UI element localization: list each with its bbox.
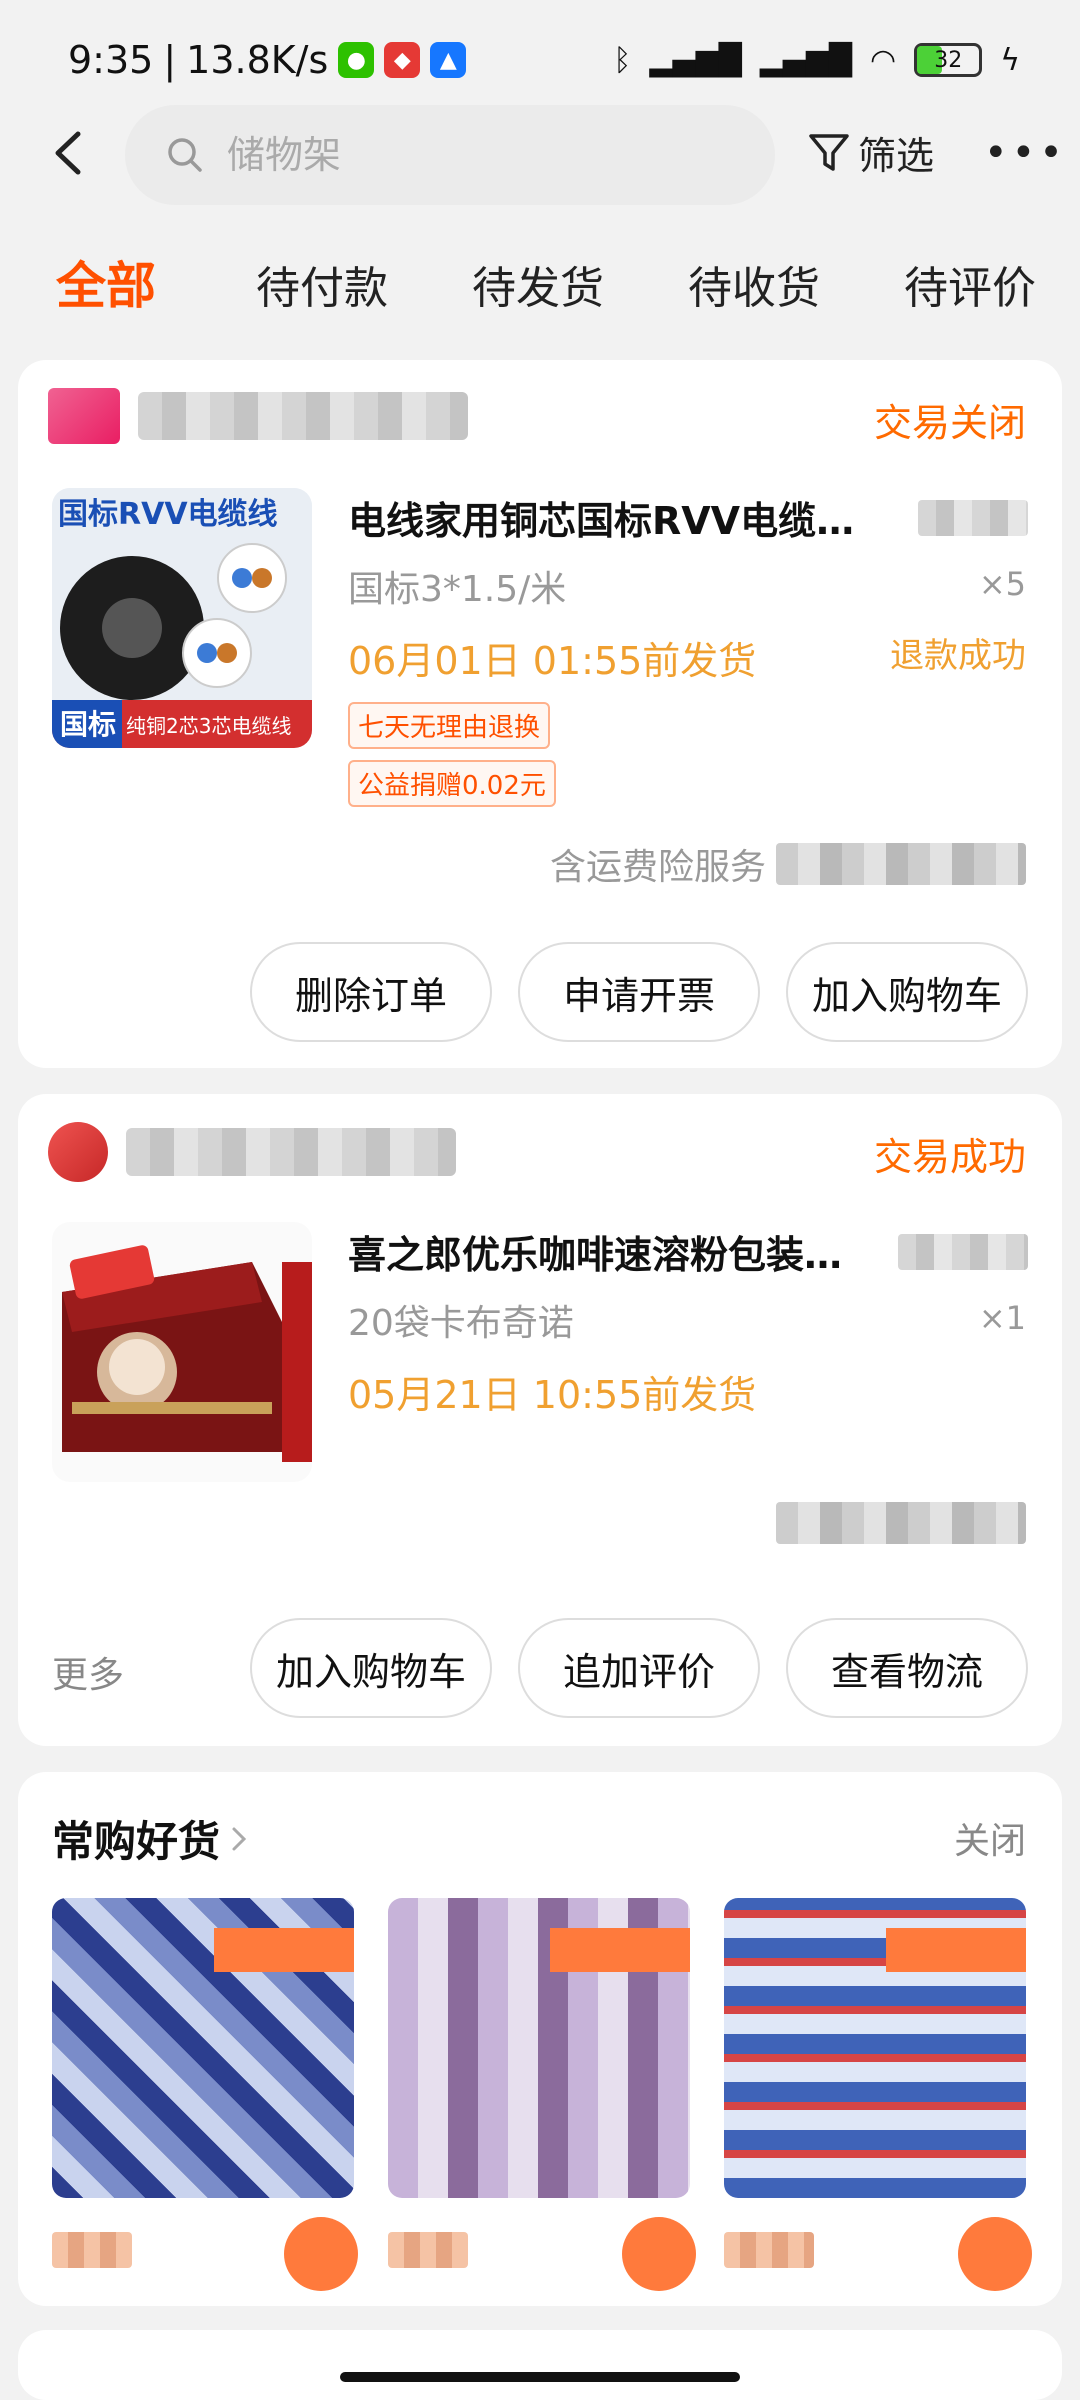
wifi-icon: ◠: [870, 42, 897, 78]
request-invoice-button[interactable]: 申请开票: [518, 942, 760, 1042]
thumb-top-text: 国标RVV电缆线: [58, 497, 278, 532]
coffee-product-image: [52, 1222, 312, 1482]
clock: 9:35: [68, 38, 154, 82]
recommend-badge: [886, 1928, 1026, 1972]
shipping-insurance: 含运费险服务: [550, 838, 1026, 890]
cart-icon[interactable]: [958, 2217, 1032, 2291]
shop-header[interactable]: [48, 388, 468, 444]
insurance-label: 含运费险服务: [549, 847, 766, 888]
total-redacted: [776, 843, 1026, 885]
bluetooth-icon: ᛒ: [613, 42, 632, 78]
signal-icon: ▂▄▆█: [649, 42, 742, 78]
recommend-close[interactable]: 关闭: [954, 1812, 1026, 1864]
cart-icon[interactable]: [622, 2217, 696, 2291]
status-right: ᛒ ▂▄▆█ ▂▄▆█ ◠ 32 ϟ: [613, 43, 1020, 78]
more-dots-icon[interactable]: •••: [984, 130, 1067, 176]
view-logistics-button[interactable]: 查看物流: [786, 1618, 1028, 1718]
order-status: 交易关闭: [873, 401, 1026, 445]
recommend-header[interactable]: 常购好货: [52, 1808, 252, 1869]
recommend-title: 常购好货: [52, 1817, 221, 1866]
order-total: [776, 1502, 1026, 1544]
recommend-card: 常购好货 关闭: [18, 1772, 1062, 2306]
product-sku: 国标3*1.5/米: [348, 569, 567, 610]
price-redacted: [918, 500, 1028, 536]
network-speed: 13.8K/s: [186, 38, 329, 82]
shop-header[interactable]: [48, 1122, 456, 1182]
product-title[interactable]: 电线家用铜芯国标RVV电缆…: [348, 490, 908, 545]
recommend-price-redacted: [388, 2232, 468, 2268]
ship-deadline: 05月21日 10:55前发货: [348, 1373, 757, 1417]
back-arrow-icon[interactable]: [48, 128, 88, 178]
filter-icon: [809, 133, 849, 171]
search-icon: [168, 138, 202, 172]
thumb-bottom-text: 纯铜2芯3芯电缆线: [126, 714, 291, 738]
add-review-button[interactable]: 追加评价: [518, 1618, 760, 1718]
chevron-right-icon: [232, 1827, 247, 1850]
search-bar[interactable]: [125, 105, 775, 205]
charging-icon: ϟ: [1000, 42, 1020, 78]
order-status: 交易成功: [873, 1135, 1026, 1179]
more-actions-link[interactable]: 更多: [52, 1646, 124, 1698]
order-card: 交易关闭 国标RVV电缆线 国标 纯铜2芯3芯电缆线 电线家用铜芯国标RVV电缆…: [18, 360, 1062, 1068]
charity-tag: 公益捐赠0.02元: [348, 760, 556, 807]
recommend-item[interactable]: [52, 1898, 354, 2198]
product-sku: 20袋卡布奇诺: [348, 1303, 574, 1344]
product-quantity: ×1: [978, 1299, 1026, 1337]
add-to-cart-button[interactable]: 加入购物车: [786, 942, 1028, 1042]
shop-name-redacted: [138, 392, 468, 440]
battery-icon: 32: [914, 43, 983, 77]
delete-order-button[interactable]: 删除订单: [250, 942, 492, 1042]
filter-button[interactable]: 筛选: [808, 125, 934, 180]
shop-logo: [48, 1122, 108, 1182]
divider: |: [163, 38, 177, 82]
recommend-badge: [550, 1928, 690, 1972]
recommend-badge: [214, 1928, 354, 1972]
home-indicator[interactable]: [340, 2372, 740, 2382]
wechat-icon: ●: [338, 42, 375, 78]
recommend-item[interactable]: [724, 1898, 1026, 2198]
cable-product-image: 国标RVV电缆线 国标 纯铜2芯3芯电缆线: [52, 488, 312, 748]
cart-icon[interactable]: [284, 2217, 358, 2291]
total-redacted: [776, 1502, 1026, 1544]
shop-logo: [48, 388, 120, 444]
signal-icon-2: ▂▄▆█: [759, 42, 853, 78]
top-bar: 筛选 •••: [0, 100, 1080, 210]
product-image[interactable]: 国标RVV电缆线 国标 纯铜2芯3芯电缆线: [52, 488, 312, 748]
product-title[interactable]: 喜之郎优乐咖啡速溶粉包装…: [348, 1224, 908, 1279]
filter-label: 筛选: [858, 134, 935, 178]
tab-pending-receipt[interactable]: 待收货: [688, 252, 820, 316]
thumb-badge-text: 国标: [60, 708, 116, 741]
order-card: 交易成功 喜之郎优乐咖啡速溶粉包装… 20袋卡布奇诺 ×1 05月21日 10:…: [18, 1094, 1062, 1746]
search-input[interactable]: [227, 133, 727, 177]
status-left: 9:35 | 13.8K/s ● ◆ ▲: [68, 38, 467, 82]
recommend-item[interactable]: [388, 1898, 690, 2198]
product-image[interactable]: [52, 1222, 312, 1482]
tab-all[interactable]: 全部: [56, 246, 156, 318]
return-policy-tag: 七天无理由退换: [348, 702, 551, 749]
tab-pending-payment[interactable]: 待付款: [256, 252, 388, 316]
price-redacted: [898, 1234, 1028, 1270]
tab-pending-shipment[interactable]: 待发货: [472, 252, 604, 316]
next-card: [18, 2330, 1062, 2400]
add-to-cart-button[interactable]: 加入购物车: [250, 1618, 492, 1718]
shop-event-icon: ◆: [384, 42, 421, 78]
alipay-icon: ▲: [430, 42, 467, 78]
refund-status[interactable]: 退款成功: [890, 628, 1026, 677]
recommend-price-redacted: [724, 2232, 814, 2268]
product-quantity: ×5: [978, 565, 1026, 603]
recommend-price-redacted: [52, 2232, 132, 2268]
ship-deadline: 06月01日 01:55前发货: [348, 639, 757, 683]
tab-pending-review[interactable]: 待评价: [904, 252, 1036, 316]
shop-name-redacted: [126, 1128, 456, 1176]
order-tabs: 全部 待付款 待发货 待收货 待评价: [0, 240, 1080, 330]
